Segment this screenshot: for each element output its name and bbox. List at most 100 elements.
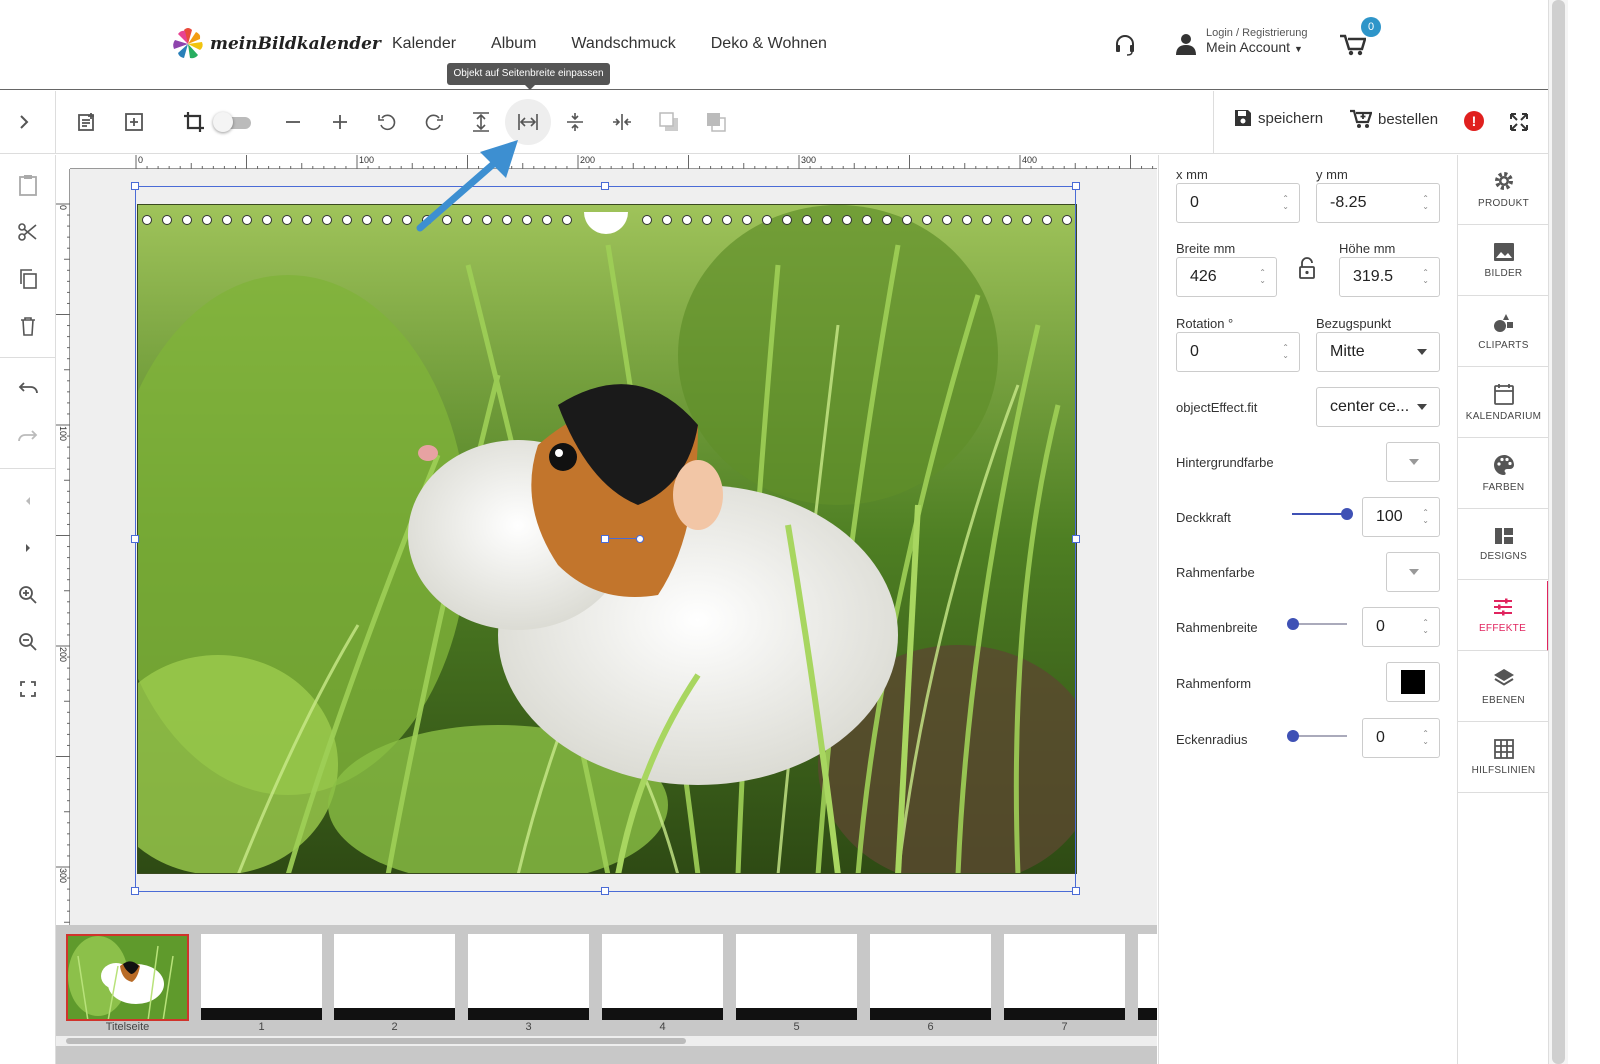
user-icon[interactable] [1176, 33, 1196, 60]
login-link[interactable]: Login / Registrierung [1206, 27, 1308, 39]
nav-item-album[interactable]: Album [491, 35, 536, 53]
nav-item-kalender[interactable]: Kalender [392, 35, 456, 53]
resize-handle[interactable] [131, 887, 139, 895]
zoom-out-button[interactable] [12, 626, 44, 658]
spinner-icon[interactable]: ⌃ ⌄ [1422, 269, 1429, 285]
tab-bilder[interactable]: BILDER [1458, 226, 1549, 296]
corner-radius-slider[interactable] [1292, 735, 1347, 737]
cut-button[interactable] [12, 216, 44, 248]
rotation-handle[interactable] [636, 535, 644, 543]
resize-handle[interactable] [1072, 182, 1080, 190]
resize-handle[interactable] [1072, 535, 1080, 543]
width-input[interactable]: 426 ⌃ ⌄ [1176, 257, 1277, 297]
rotation-input[interactable]: 0 ⌃ ⌄ [1176, 332, 1300, 372]
opacity-input[interactable]: 100 ⌃ ⌄ [1362, 497, 1440, 537]
support-headset-icon[interactable] [1113, 33, 1137, 62]
thumbnail-page[interactable] [870, 934, 991, 1020]
y-input[interactable]: -8.25 ⌃ ⌄ [1316, 183, 1440, 223]
thumbnail-scrollbar[interactable] [56, 1036, 1157, 1046]
center-vertical-button[interactable] [552, 99, 598, 145]
rotate-left-button[interactable] [364, 99, 410, 145]
next-page-button[interactable] [12, 532, 44, 564]
crop-toggle[interactable] [213, 112, 251, 132]
cart-icon[interactable] [1340, 34, 1367, 61]
redo-button[interactable] [12, 421, 44, 453]
spinner-icon[interactable]: ⌃ ⌄ [1282, 344, 1289, 360]
spinner-icon[interactable]: ⌃ ⌄ [1282, 195, 1289, 211]
center-handle[interactable] [601, 535, 609, 543]
zoom-in-button[interactable] [12, 579, 44, 611]
corner-radius-input[interactable]: 0 ⌃ ⌄ [1362, 718, 1440, 758]
tab-designs[interactable]: DESIGNS [1458, 510, 1549, 580]
nav-item-deko-wohnen[interactable]: Deko & Wohnen [711, 35, 827, 53]
fit-screen-button[interactable] [12, 673, 44, 705]
resize-handle[interactable] [601, 887, 609, 895]
zoom-in-plus-button[interactable] [317, 99, 363, 145]
fit-select[interactable]: center ce... [1316, 387, 1440, 427]
frame-color-picker[interactable] [1386, 552, 1440, 592]
frame-width-input[interactable]: 0 ⌃ ⌄ [1362, 607, 1440, 647]
x-input[interactable]: 0 ⌃ ⌄ [1176, 183, 1300, 223]
crop-button[interactable] [171, 99, 217, 145]
undo-button[interactable] [12, 373, 44, 405]
frame-width-slider[interactable] [1292, 623, 1347, 625]
opacity-slider-knob[interactable] [1341, 508, 1353, 520]
frame-width-slider-knob[interactable] [1287, 618, 1299, 630]
spinner-icon[interactable]: ⌃ ⌄ [1422, 730, 1429, 746]
warning-icon[interactable]: ! [1464, 111, 1484, 131]
opacity-slider[interactable] [1292, 513, 1347, 515]
account-label[interactable]: Mein Account [1206, 39, 1290, 55]
bring-forward-button[interactable] [646, 99, 692, 145]
height-input[interactable]: 319.5 ⌃ ⌄ [1339, 257, 1440, 297]
anchor-value: Mitte [1330, 343, 1365, 360]
thumbnail-titelseite[interactable] [66, 934, 189, 1021]
thumbnail-page[interactable] [1138, 934, 1157, 1020]
frame-shape-picker[interactable] [1386, 662, 1440, 702]
thumbnail-page[interactable] [201, 934, 322, 1020]
thumbnail-page[interactable] [334, 934, 455, 1020]
nav-item-wandschmuck[interactable]: Wandschmuck [571, 35, 675, 53]
center-horizontal-button[interactable] [599, 99, 645, 145]
order-button[interactable]: bestellen [1350, 109, 1438, 129]
resize-handle[interactable] [131, 535, 139, 543]
tab-ebenen[interactable]: EBENEN [1458, 652, 1549, 722]
send-backward-button[interactable] [693, 99, 739, 145]
account-menu[interactable]: Login / Registrierung Mein Account ▼ [1206, 27, 1308, 55]
add-page-button[interactable] [64, 99, 110, 145]
tab-farben[interactable]: FARBEN [1458, 439, 1549, 509]
spinner-icon[interactable]: ⌃ ⌄ [1422, 509, 1429, 525]
fullscreen-button[interactable] [1509, 112, 1529, 137]
spinner-icon[interactable]: ⌃ ⌄ [1259, 269, 1266, 285]
thumbnail-scrollbar-thumb[interactable] [66, 1038, 686, 1044]
resize-handle[interactable] [1072, 887, 1080, 895]
page-scrollbar[interactable] [1548, 0, 1568, 1064]
resize-handle[interactable] [131, 182, 139, 190]
previous-page-button[interactable] [12, 485, 44, 517]
ruler-tick-label: 200 [58, 647, 68, 663]
anchor-select[interactable]: Mitte [1316, 332, 1440, 372]
tab-cliparts[interactable]: CLIPARTS [1458, 297, 1549, 367]
page-scrollbar-thumb[interactable] [1552, 0, 1565, 1064]
add-element-button[interactable] [111, 99, 157, 145]
thumbnail-page[interactable] [1004, 934, 1125, 1020]
aspect-lock-icon[interactable] [1298, 257, 1316, 286]
thumbnail-page[interactable] [468, 934, 589, 1020]
paste-button[interactable] [12, 169, 44, 201]
bg-color-picker[interactable] [1386, 442, 1440, 482]
spinner-icon[interactable]: ⌃ ⌄ [1422, 195, 1429, 211]
expand-panel-button[interactable] [0, 99, 47, 145]
spinner-icon[interactable]: ⌃ ⌄ [1422, 619, 1429, 635]
resize-handle[interactable] [601, 182, 609, 190]
tab-produkt[interactable]: PRODUKT [1458, 155, 1549, 225]
logo[interactable]: meinBildkalender [170, 26, 381, 62]
tab-effekte[interactable]: EFFEKTE [1458, 581, 1549, 651]
copy-button[interactable] [12, 263, 44, 295]
save-button[interactable]: speichern [1234, 109, 1323, 127]
zoom-out-minus-button[interactable] [270, 99, 316, 145]
thumbnail-page[interactable] [602, 934, 723, 1020]
delete-button[interactable] [12, 310, 44, 342]
corner-radius-slider-knob[interactable] [1287, 730, 1299, 742]
tab-hilfslinien[interactable]: HILFSLINIEN [1458, 723, 1549, 793]
thumbnail-page[interactable] [736, 934, 857, 1020]
tab-kalendarium[interactable]: KALENDARIUM [1458, 368, 1549, 438]
